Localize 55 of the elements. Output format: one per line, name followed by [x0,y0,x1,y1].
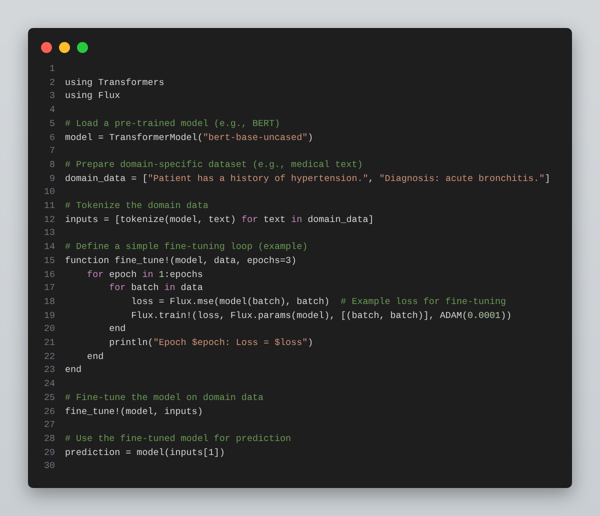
line-number: 11 [42,199,55,213]
window-control-dot[interactable] [41,42,52,53]
line-number: 1 [48,62,55,76]
line-number: 23 [42,363,55,378]
line-number: 25 [42,390,55,405]
line-number: 19 [42,308,55,322]
code-line: end [108,322,126,336]
window-control-dot[interactable] [59,42,70,53]
code-line: model = TransformerModel("bert-base-uncased") [65,130,314,144]
line-number: 4 [48,103,55,117]
code-line: # Prepare domain-specific dataset (e.g., medical text) [65,158,363,172]
line-number: 17 [42,281,55,295]
code-line: # Fine-tune the model on domain data [65,390,264,405]
code-line: inputs = [tokenize(model, text) for text in domain_data] [65,212,374,226]
line-number: 14 [42,240,55,254]
code-line: domain_data = ["Patient has a history of hypertension.", "Diagnosis: acute bronchitis."] [65,172,550,186]
line-number: 7 [48,144,55,158]
code-line: # Define a simple fine-tuning loop (example) [65,240,308,254]
line-number: 8 [48,158,55,172]
code-line: for epoch in 1:epochs [86,268,203,282]
code-line: end [86,350,104,364]
code-line: loss = Flux.mse(model(batch), batch) # Example loss for fine-tuning [130,294,506,309]
code-line: println("Epoch $epoch: Loss = $loss") [108,336,314,350]
code-line: for batch in data [108,281,203,295]
line-number: 18 [42,294,55,309]
code-line: # Tokenize the domain data [65,199,208,213]
line-number: 5 [48,116,55,131]
line-number: 21 [42,336,55,350]
code-line: function fine_tune!(model, data, epochs=3) [65,254,297,268]
line-number: 16 [42,268,55,282]
code-line: end [65,363,82,378]
code-line: using Transformers [65,76,164,90]
window-control-dot[interactable] [77,42,88,53]
code-line: prediction = model(inputs[1]) [65,446,225,460]
line-number: 26 [42,404,55,418]
line-number: 22 [42,350,55,364]
line-number: 10 [42,185,55,200]
line-number: 24 [42,377,55,391]
line-number: 20 [42,322,55,336]
code-line: fine_tune!(model, inputs) [65,404,203,418]
line-number: 15 [42,254,55,268]
line-number: 13 [42,226,55,240]
line-number: 6 [48,130,55,144]
code-line: using Flux [65,89,120,104]
line-number: 9 [48,172,55,186]
line-number: 3 [48,89,55,104]
line-number: 30 [42,459,55,474]
line-number: 27 [42,418,55,432]
code-line: Flux.train!(loss, Flux.params(model), [(batch, batch)], ADAM(0.0001)) [130,308,512,322]
line-number: 28 [42,432,55,446]
code-line: # Load a pre-trained model (e.g., BERT) [65,116,280,131]
line-number: 29 [42,446,55,460]
line-number: 12 [42,212,55,226]
line-number: 2 [48,76,55,90]
code-line: # Use the fine-tuned model for prediction [65,432,292,446]
